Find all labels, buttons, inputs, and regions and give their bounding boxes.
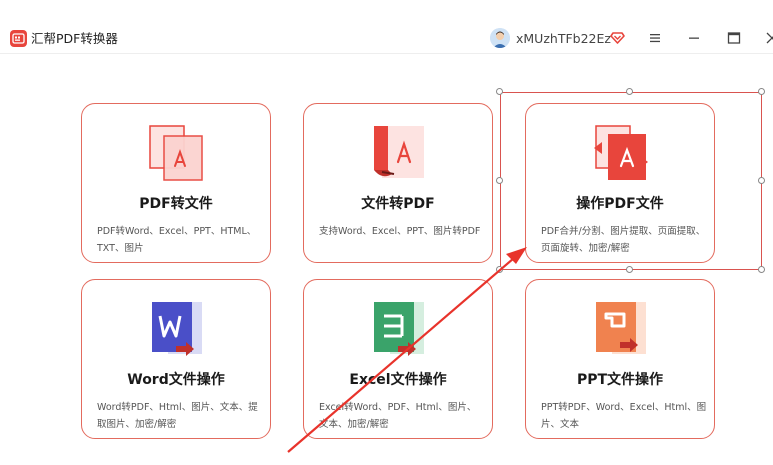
- annotation-arrow: [287, 247, 527, 453]
